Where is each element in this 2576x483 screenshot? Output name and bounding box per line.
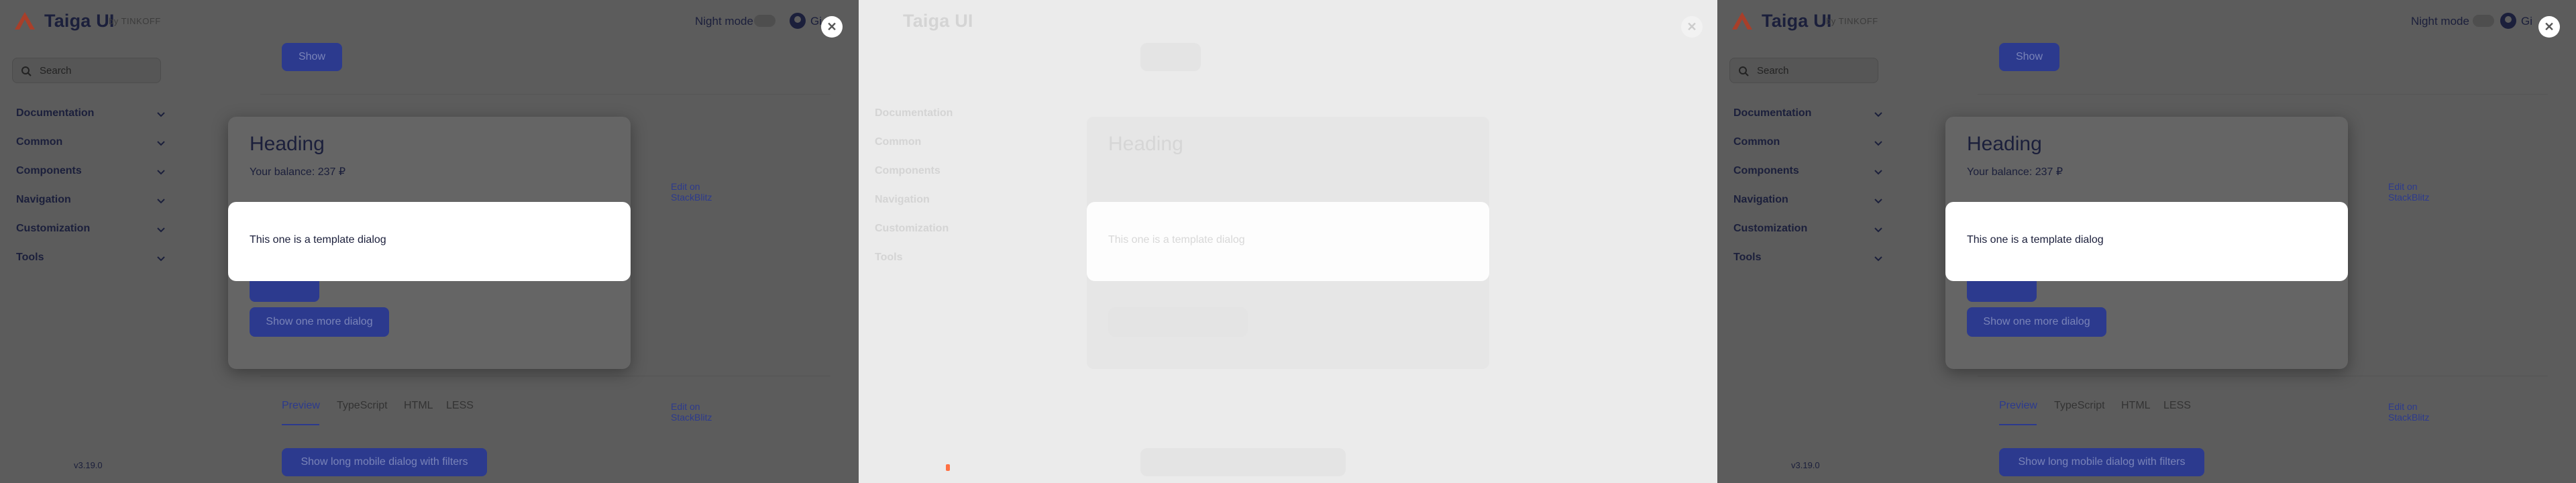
- sidebar-item-customization[interactable]: Customization: [875, 217, 1025, 246]
- show-long-dialog-button[interactable]: [1140, 448, 1346, 476]
- template-dialog: This one is a template dialog: [1087, 202, 1489, 281]
- show-button[interactable]: Show: [282, 43, 342, 71]
- sidebar-item-documentation[interactable]: Documentation: [875, 102, 1025, 131]
- close-icon[interactable]: ✕: [1681, 16, 1703, 38]
- sidebar-item-tools[interactable]: Tools: [875, 246, 1025, 275]
- night-mode-toggle[interactable]: [754, 15, 775, 27]
- stackblitz-link[interactable]: Edit on StackBlitz: [671, 181, 712, 203]
- stackblitz-link[interactable]: Edit on StackBlitz: [2388, 401, 2429, 423]
- left-panel: Taiga UI by TINKOFF Night mode Gi Search…: [0, 0, 859, 483]
- tab-preview[interactable]: Preview: [282, 400, 320, 412]
- template-dialog: This one is a template dialog: [1945, 202, 2348, 281]
- night-mode-toggle[interactable]: [2473, 15, 2494, 27]
- dialog-heading: Heading: [1108, 133, 1183, 155]
- loading-indicator: [946, 464, 950, 471]
- close-icon[interactable]: ✕: [2538, 16, 2560, 38]
- night-mode-label: Night mode: [2411, 15, 2469, 28]
- dialog-heading: Heading: [1967, 133, 2042, 155]
- show-one-more-dialog-button[interactable]: Show one more dialog: [1967, 307, 2106, 337]
- github-link[interactable]: Gi: [2521, 15, 2532, 28]
- stackblitz-link[interactable]: Edit on StackBlitz: [671, 401, 712, 423]
- stackblitz-link[interactable]: Edit on StackBlitz: [2388, 181, 2429, 203]
- middle-panel: Taiga UI Heading This one is a template …: [859, 0, 1717, 483]
- sidebar-item-common[interactable]: Common: [875, 131, 1025, 160]
- show-button[interactable]: [1140, 43, 1201, 71]
- active-tab-indicator: [282, 424, 319, 425]
- sidebar-item-navigation[interactable]: Navigation: [875, 189, 1025, 217]
- right-panel: Taiga UI by TINKOFF Night mode Gi Search…: [1717, 0, 2576, 483]
- sidebar-item-label: Common: [875, 136, 922, 148]
- template-dialog-text: This one is a template dialog: [1967, 234, 2104, 246]
- show-long-dialog-button[interactable]: Show long mobile dialog with filters: [282, 448, 487, 476]
- show-button[interactable]: Show: [1999, 43, 2059, 71]
- balance-text: Your balance: 237 ₽: [1967, 166, 2063, 178]
- close-icon[interactable]: ✕: [821, 16, 843, 38]
- tab-html[interactable]: HTML: [404, 400, 433, 412]
- tab-typescript[interactable]: TypeScript: [2054, 400, 2105, 412]
- template-dialog-text: This one is a template dialog: [250, 234, 386, 246]
- sidebar-item-components[interactable]: Components: [875, 160, 1025, 189]
- balance-text: Your balance: 237 ₽: [250, 166, 346, 178]
- sidebar-item-label: Tools: [875, 252, 903, 263]
- divider: [1978, 94, 2548, 95]
- active-tab-indicator: [1999, 424, 2037, 425]
- tab-less[interactable]: LESS: [2163, 400, 2191, 412]
- divider: [260, 94, 830, 95]
- nav-faded: Documentation Common Components Navigati…: [875, 102, 1025, 275]
- sidebar-item-label: Documentation: [875, 107, 953, 119]
- sidebar-item-label: Components: [875, 165, 941, 176]
- brand-title: Taiga UI: [903, 11, 973, 31]
- sidebar-item-label: Customization: [875, 223, 949, 234]
- tab-less[interactable]: LESS: [446, 400, 474, 412]
- tab-html[interactable]: HTML: [2121, 400, 2151, 412]
- github-icon[interactable]: [2500, 12, 2517, 30]
- show-long-dialog-button[interactable]: Show long mobile dialog with filters: [1999, 448, 2204, 476]
- template-dialog: This one is a template dialog: [228, 202, 631, 281]
- github-icon[interactable]: [789, 12, 806, 30]
- night-mode-label: Night mode: [695, 15, 753, 28]
- template-dialog-text: This one is a template dialog: [1108, 234, 1245, 246]
- dialog-heading: Heading: [250, 133, 325, 155]
- github-link[interactable]: Gi: [810, 15, 822, 28]
- show-one-more-dialog-button[interactable]: Show one more dialog: [250, 307, 389, 337]
- tab-typescript[interactable]: TypeScript: [337, 400, 388, 412]
- show-one-more-dialog-button[interactable]: [1108, 307, 1248, 337]
- tab-preview[interactable]: Preview: [1999, 400, 2037, 412]
- sidebar-item-label: Navigation: [875, 194, 930, 205]
